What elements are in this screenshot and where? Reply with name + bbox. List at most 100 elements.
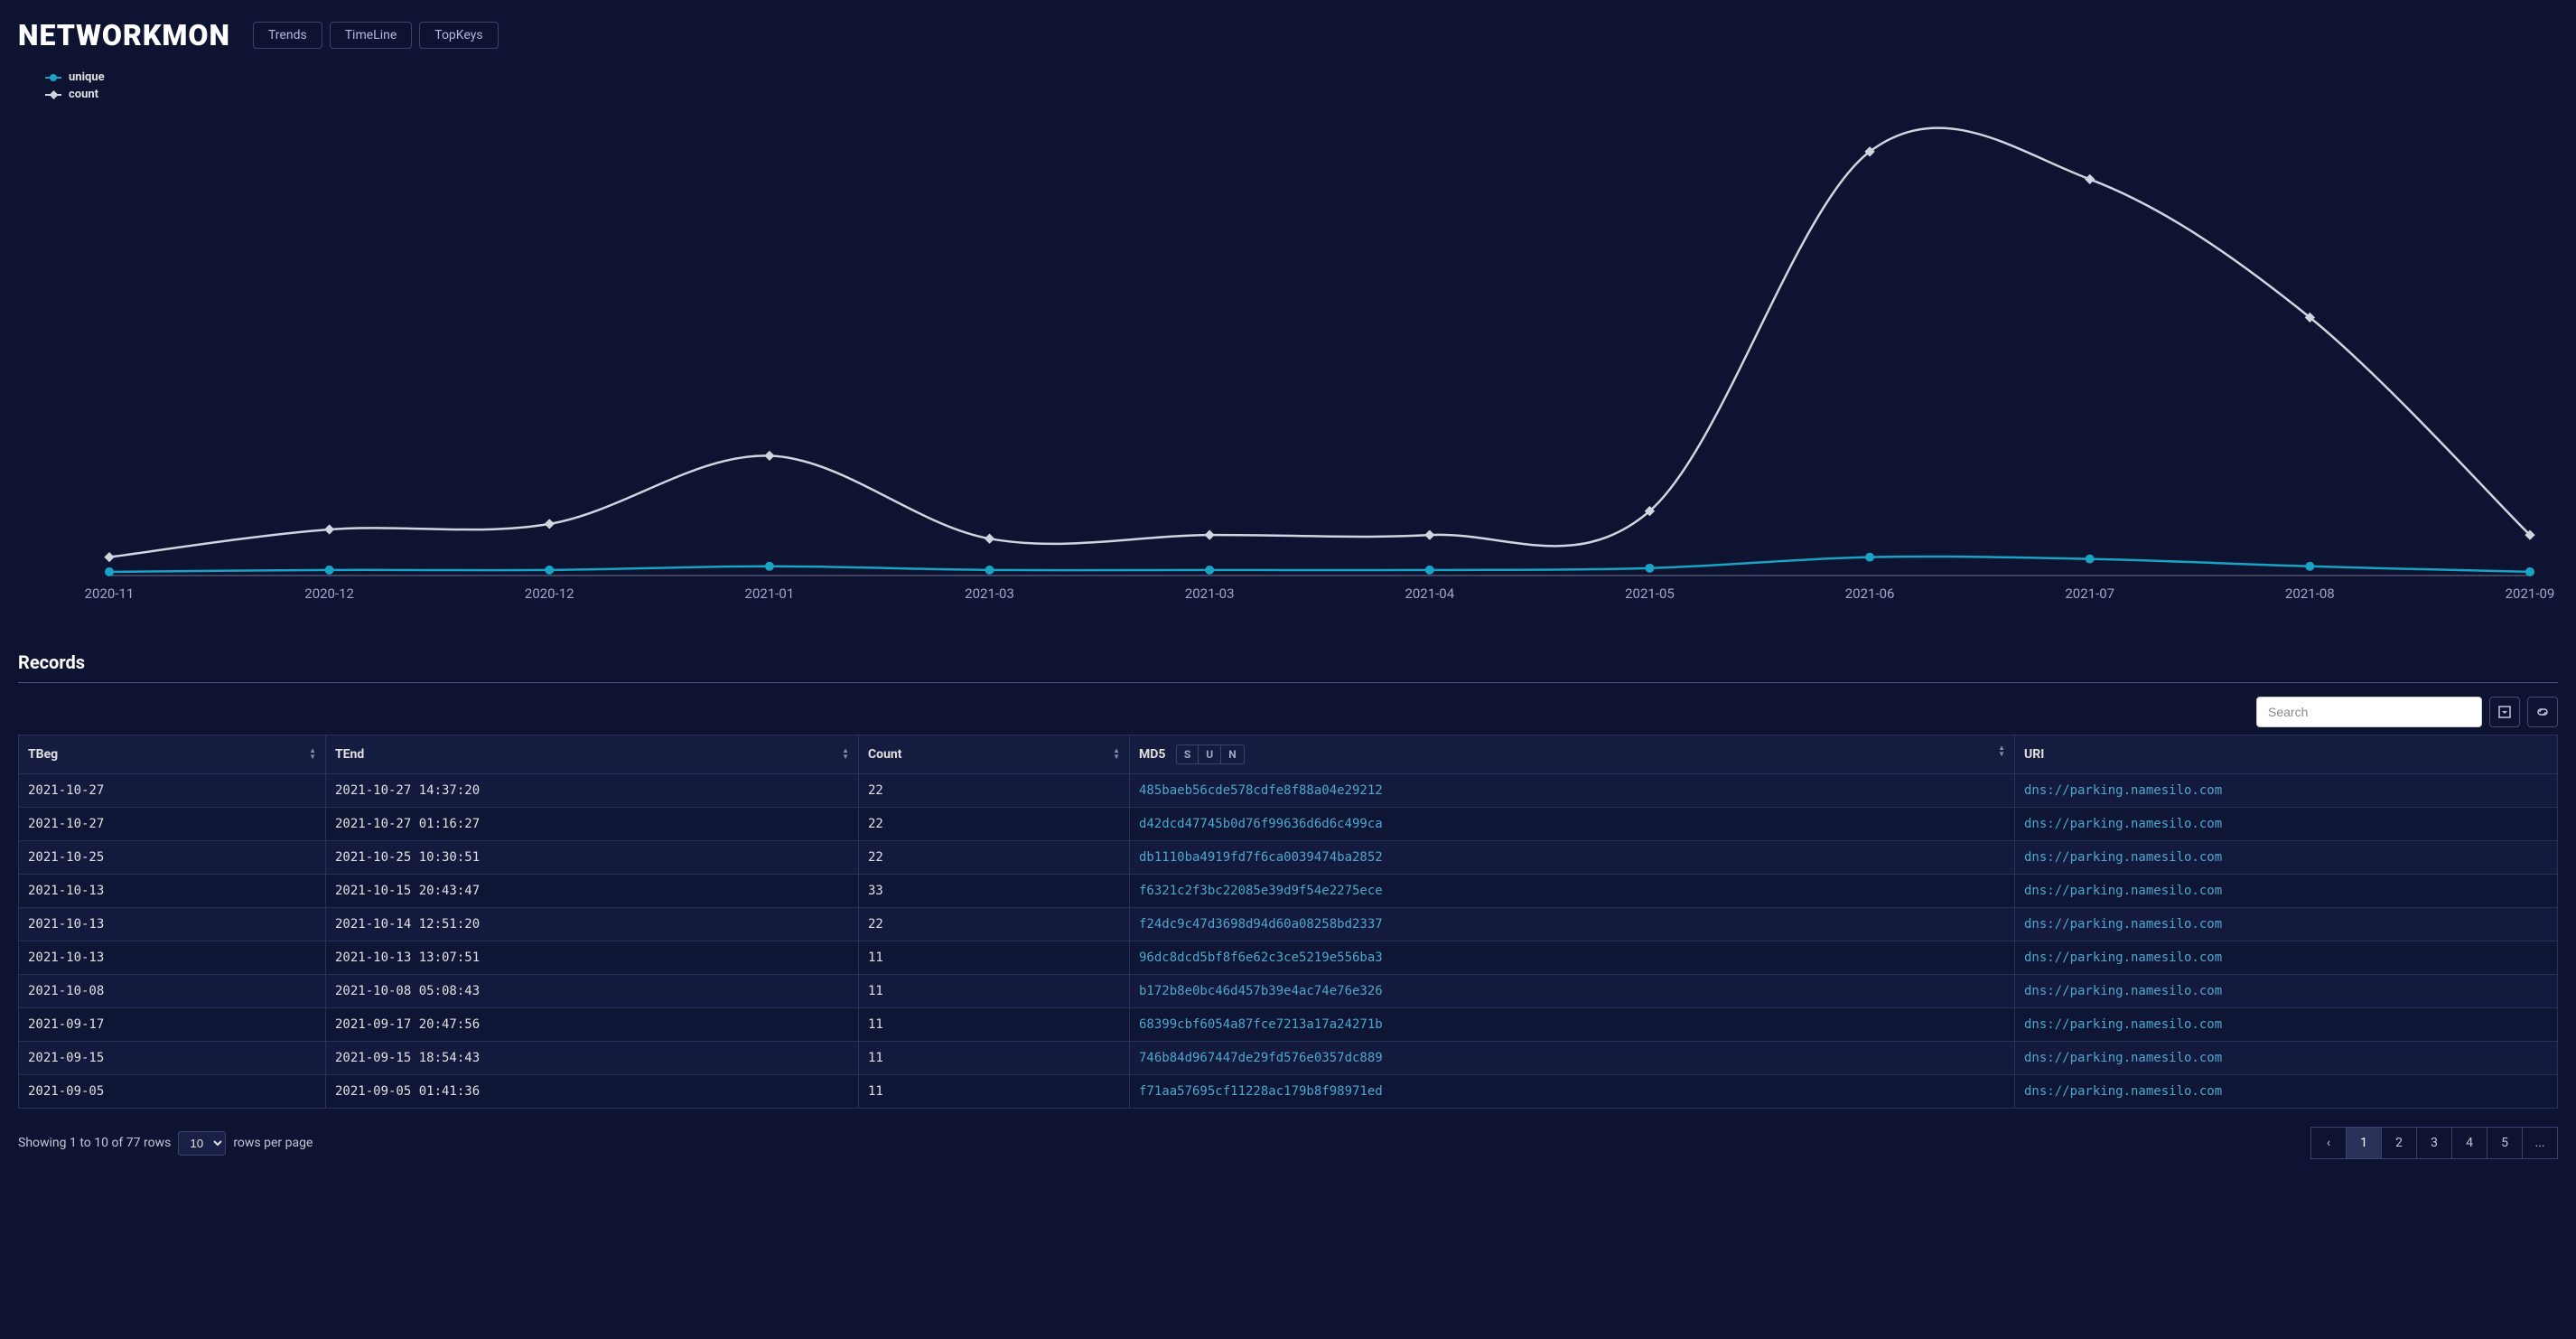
cell-tbeg: 2021-10-27 (19, 774, 326, 808)
cell-md5[interactable]: 485baeb56cde578cdfe8f88a04e29212 (1130, 774, 2015, 808)
cell-uri[interactable]: dns://parking.namesilo.com (2015, 808, 2558, 841)
page-1-button[interactable]: 1 (2346, 1127, 2382, 1159)
md5-controls: S U N (1176, 744, 1245, 764)
table-row[interactable]: 2021-10-132021-10-13 13:07:511196dc8dcd5… (19, 941, 2558, 975)
table-row[interactable]: 2021-10-082021-10-08 05:08:4311b172b8e0b… (19, 975, 2558, 1008)
cell-tend: 2021-10-14 12:51:20 (326, 908, 859, 941)
app-logo[interactable]: NETWORKMON (18, 18, 230, 52)
table-row[interactable]: 2021-09-172021-09-17 20:47:561168399cbf6… (19, 1008, 2558, 1042)
caret-down-icon (2498, 706, 2511, 718)
table-row[interactable]: 2021-10-252021-10-25 10:30:5122db1110ba4… (19, 841, 2558, 875)
page-size-select[interactable]: 10 (178, 1131, 226, 1156)
cell-md5[interactable]: b172b8e0bc46d457b39e4ac74e76e326 (1130, 975, 2015, 1008)
cell-uri[interactable]: dns://parking.namesilo.com (2015, 1008, 2558, 1042)
cell-md5[interactable]: 746b84d967447de29fd576e0357dc889 (1130, 1042, 2015, 1075)
cell-md5[interactable]: f24dc9c47d3698d94d60a08258bd2337 (1130, 908, 2015, 941)
table-row[interactable]: 2021-09-052021-09-05 01:41:3611f71aa5769… (19, 1075, 2558, 1109)
table-row[interactable]: 2021-10-272021-10-27 14:37:2022485baeb56… (19, 774, 2558, 808)
table-toolbar (18, 697, 2558, 727)
records-title: Records (18, 651, 2558, 683)
tab-trends[interactable]: Trends (253, 22, 322, 49)
table-row[interactable]: 2021-10-132021-10-14 12:51:2022f24dc9c47… (19, 908, 2558, 941)
cell-count: 11 (859, 1075, 1130, 1109)
md5-btn-n[interactable]: N (1221, 745, 1243, 763)
cell-md5[interactable]: db1110ba4919fd7f6ca0039474ba2852 (1130, 841, 2015, 875)
link-icon (2534, 706, 2551, 718)
sort-icon: ▲▼ (309, 747, 316, 760)
page-2-button[interactable]: 2 (2381, 1127, 2417, 1159)
toggle-columns-button[interactable] (2489, 697, 2520, 727)
cell-count: 11 (859, 975, 1130, 1008)
legend-item-unique[interactable]: unique (45, 70, 2558, 84)
page-prev-button[interactable]: ‹ (2310, 1127, 2347, 1159)
page-4-button[interactable]: 4 (2451, 1127, 2487, 1159)
md5-btn-s[interactable]: S (1177, 745, 1199, 763)
chart-legend: unique count (45, 70, 2558, 101)
cell-tend: 2021-10-25 10:30:51 (326, 841, 859, 875)
page-3-button[interactable]: 3 (2416, 1127, 2452, 1159)
col-header-md5[interactable]: MD5 S U N ▲▼ (1130, 735, 2015, 774)
col-label: TBeg (28, 747, 58, 762)
cell-tend: 2021-10-13 13:07:51 (326, 941, 859, 975)
trend-chart: unique count 2020-112020-122020-122021-0… (18, 70, 2558, 615)
cell-tbeg: 2021-10-13 (19, 908, 326, 941)
cell-uri[interactable]: dns://parking.namesilo.com (2015, 1042, 2558, 1075)
tab-timeline[interactable]: TimeLine (330, 22, 413, 49)
svg-text:2021-01: 2021-01 (745, 585, 795, 602)
cell-tend: 2021-09-05 01:41:36 (326, 1075, 859, 1109)
cell-uri[interactable]: dns://parking.namesilo.com (2015, 975, 2558, 1008)
cell-md5[interactable]: d42dcd47745b0d76f99636d6d6c499ca (1130, 808, 2015, 841)
cell-count: 33 (859, 875, 1130, 908)
table-footer: Showing 1 to 10 of 77 rows 10 rows per p… (18, 1127, 2558, 1159)
page-more-button[interactable]: ... (2522, 1127, 2558, 1159)
cell-count: 22 (859, 808, 1130, 841)
col-header-count[interactable]: Count ▲▼ (859, 735, 1130, 774)
legend-label-count: count (69, 88, 98, 101)
nav-tabs: Trends TimeLine TopKeys (253, 22, 499, 49)
cell-uri[interactable]: dns://parking.namesilo.com (2015, 908, 2558, 941)
svg-text:2020-11: 2020-11 (85, 585, 135, 602)
cell-tbeg: 2021-10-13 (19, 941, 326, 975)
cell-count: 22 (859, 774, 1130, 808)
cell-count: 11 (859, 941, 1130, 975)
svg-text:2021-09: 2021-09 (2506, 585, 2555, 602)
table-row[interactable]: 2021-10-132021-10-15 20:43:4733f6321c2f3… (19, 875, 2558, 908)
cell-md5[interactable]: f71aa57695cf11228ac179b8f98971ed (1130, 1075, 2015, 1109)
cell-uri[interactable]: dns://parking.namesilo.com (2015, 774, 2558, 808)
cell-uri[interactable]: dns://parking.namesilo.com (2015, 875, 2558, 908)
cell-tbeg: 2021-10-08 (19, 975, 326, 1008)
cell-tend: 2021-09-15 18:54:43 (326, 1042, 859, 1075)
col-label: URI (2024, 747, 2044, 762)
search-input[interactable] (2256, 697, 2482, 727)
cell-tbeg: 2021-09-05 (19, 1075, 326, 1109)
tab-topkeys[interactable]: TopKeys (419, 22, 498, 49)
cell-count: 22 (859, 908, 1130, 941)
page-info: Showing 1 to 10 of 77 rows 10 rows per p… (18, 1131, 313, 1156)
legend-label-unique: unique (69, 70, 105, 84)
cell-uri[interactable]: dns://parking.namesilo.com (2015, 941, 2558, 975)
cell-md5[interactable]: f6321c2f3bc22085e39d9f54e2275ece (1130, 875, 2015, 908)
svg-text:2021-04: 2021-04 (1405, 585, 1454, 602)
page-5-button[interactable]: 5 (2487, 1127, 2523, 1159)
cell-uri[interactable]: dns://parking.namesilo.com (2015, 1075, 2558, 1109)
col-label: MD5 (1139, 747, 1165, 762)
legend-item-count[interactable]: count (45, 88, 2558, 101)
table-row[interactable]: 2021-10-272021-10-27 01:16:2722d42dcd477… (19, 808, 2558, 841)
svg-text:2021-08: 2021-08 (2285, 585, 2335, 602)
cell-tend: 2021-10-27 01:16:27 (326, 808, 859, 841)
sort-icon: ▲▼ (1113, 747, 1120, 760)
col-header-tend[interactable]: TEnd ▲▼ (326, 735, 859, 774)
cell-md5[interactable]: 68399cbf6054a87fce7213a17a24271b (1130, 1008, 2015, 1042)
cell-count: 11 (859, 1008, 1130, 1042)
cell-tbeg: 2021-09-17 (19, 1008, 326, 1042)
table-row[interactable]: 2021-09-152021-09-15 18:54:4311746b84d96… (19, 1042, 2558, 1075)
cell-uri[interactable]: dns://parking.namesilo.com (2015, 841, 2558, 875)
col-header-tbeg[interactable]: TBeg ▲▼ (19, 735, 326, 774)
md5-btn-u[interactable]: U (1199, 745, 1221, 763)
cell-md5[interactable]: 96dc8dcd5bf8f6e62c3ce5219e556ba3 (1130, 941, 2015, 975)
col-header-uri[interactable]: URI (2015, 735, 2558, 774)
fullscreen-button[interactable] (2527, 697, 2558, 727)
svg-text:2020-12: 2020-12 (525, 585, 574, 602)
sort-icon: ▲▼ (1998, 744, 2005, 757)
pagination: ‹ 1 2 3 4 5 ... (2311, 1127, 2558, 1159)
